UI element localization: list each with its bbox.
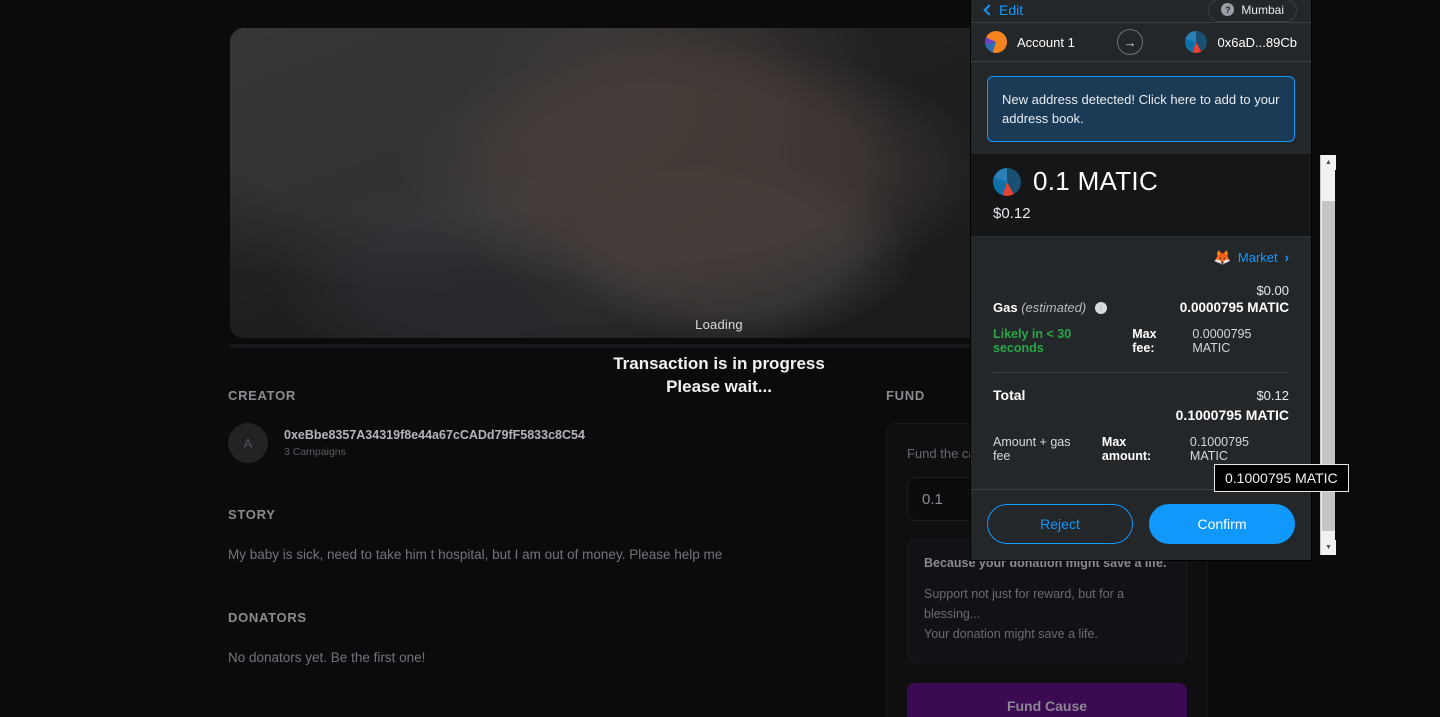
scroll-up-icon[interactable]: ▲: [1321, 155, 1336, 170]
fox-icon: 🦊: [1213, 249, 1231, 265]
total-fiat: $0.12: [1256, 388, 1289, 403]
total-sub-label: Amount + gas fee: [993, 435, 1071, 463]
network-selector[interactable]: ? Mumbai: [1208, 0, 1297, 22]
scroll-down-icon[interactable]: ▼: [1321, 540, 1336, 555]
creator-row[interactable]: A 0xeBbe8357A34319f8e44a67cCADd79fF5833c…: [228, 423, 848, 463]
fund-cause-button[interactable]: Fund Cause: [907, 683, 1187, 717]
amount-token-value: 0.1 MATIC: [1033, 166, 1159, 196]
campaign-details-column: CREATOR A 0xeBbe8357A34319f8e44a67cCADd7…: [228, 388, 848, 669]
matic-token-icon: [993, 167, 1021, 196]
new-address-banner-wrap: New address detected! Click here to add …: [971, 62, 1311, 142]
total-label: Total: [993, 387, 1026, 403]
market-label: Market: [1237, 250, 1278, 265]
fund-note-body: Support not just for reward, but for a b…: [924, 584, 1170, 644]
confirm-button[interactable]: Confirm: [1149, 504, 1295, 544]
to-identicon-icon: [1185, 31, 1208, 53]
amount-main-row: 0.1 MATIC: [993, 166, 1289, 197]
chevron-right-icon: ›: [1284, 250, 1289, 265]
max-fee-label: Max fee:: [1132, 327, 1157, 355]
gas-estimated-label: (estimated): [1021, 300, 1087, 315]
app-root: Loading Transaction is in progress Pleas…: [0, 0, 1440, 717]
fund-note-line1: Support not just for reward, but for a b…: [924, 587, 1125, 621]
story-text: My baby is sick, need to take him t hosp…: [228, 547, 723, 562]
metamask-action-bar: Reject Confirm: [971, 489, 1311, 560]
arrow-right-icon: →: [1117, 29, 1144, 55]
total-section: Total $0.12 0.1000795 MATIC Amount + gas…: [971, 373, 1311, 463]
amount-fiat-value: $0.12: [993, 205, 1031, 222]
market-row[interactable]: 🦊 Market ›: [993, 249, 1289, 266]
max-fee-value: 0.0000795 MATIC: [1192, 327, 1252, 355]
gas-fiat: $0.00: [1256, 283, 1289, 298]
back-label: Edit: [999, 2, 1024, 18]
max-amount-value: 0.1000795 MATIC: [1189, 435, 1249, 463]
donators-heading: DONATORS: [228, 610, 307, 625]
info-icon[interactable]: i: [1094, 302, 1107, 314]
avatar: A: [228, 423, 268, 463]
from-identicon-icon: [985, 31, 1007, 53]
from-account[interactable]: Account 1: [985, 31, 1075, 53]
metamask-scrollbar[interactable]: ▲ ▼: [1320, 155, 1336, 555]
amount-summary: 0.1 MATIC $0.12: [971, 154, 1311, 237]
new-address-banner[interactable]: New address detected! Click here to add …: [987, 76, 1295, 142]
gas-label-group: Gas (estimated) i: [993, 300, 1107, 315]
donators-empty-text: No donators yet. Be the first one!: [228, 650, 426, 665]
story-heading: STORY: [228, 507, 276, 522]
gas-value: 0.0000795 MATIC: [1179, 300, 1289, 315]
gas-rows: $0.00 Gas (estimated) i 0.0000795 MATIC …: [993, 283, 1289, 355]
creator-campaign-count: 3 Campaigns: [284, 446, 346, 458]
gas-main-row: Gas (estimated) i 0.0000795 MATIC: [993, 300, 1289, 315]
metamask-scroll-area: 0.1 MATIC $0.12 🦊 Market › $0.00 Gas (es…: [971, 154, 1311, 489]
reject-button[interactable]: Reject: [987, 504, 1133, 544]
gas-speed-estimate: Likely in < 30 seconds: [993, 327, 1072, 355]
total-values: $0.12 0.1000795 MATIC: [1176, 388, 1289, 423]
metamask-header: Edit ? Mumbai: [971, 0, 1311, 22]
max-amount-label: Max amount:: [1101, 435, 1152, 463]
gas-label: Gas: [993, 300, 1018, 315]
gas-section: 🦊 Market › $0.00 Gas (estimated) i 0.000…: [971, 237, 1311, 355]
back-button[interactable]: Edit: [983, 2, 1024, 18]
max-amount-tooltip: 0.1000795 MATIC: [1214, 464, 1349, 492]
fund-note-line2: Your donation might save a life.: [924, 627, 1098, 641]
to-account-label: 0x6aD...89Cb: [1217, 34, 1297, 50]
creator-heading: CREATOR: [228, 388, 296, 403]
network-label: Mumbai: [1241, 2, 1284, 17]
total-footer-row: Amount + gas fee Max amount: 0.1000795 M…: [993, 435, 1289, 463]
from-account-label: Account 1: [1017, 34, 1075, 50]
account-transfer-row: Account 1 → 0x6aD...89Cb: [971, 22, 1311, 62]
network-status-icon: ?: [1221, 3, 1235, 16]
chevron-left-icon: [983, 4, 995, 16]
creator-address: 0xeBbe8357A34319f8e44a67cCADd79fF5833c8C…: [284, 428, 585, 442]
to-account[interactable]: 0x6aD...89Cb: [1185, 31, 1297, 53]
total-main-row: Total $0.12 0.1000795 MATIC: [993, 387, 1289, 423]
total-token-value: 0.1000795 MATIC: [1175, 407, 1289, 423]
gas-footer-row: Likely in < 30 seconds Max fee: 0.000079…: [993, 327, 1289, 355]
